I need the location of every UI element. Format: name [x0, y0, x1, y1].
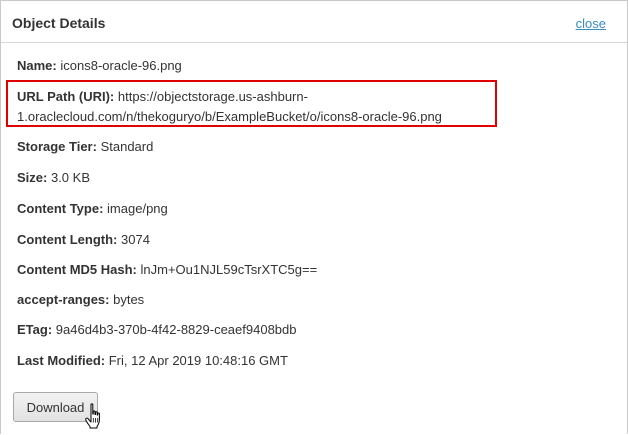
download-button[interactable]: Download: [13, 392, 98, 422]
panel-header: Object Details close: [1, 1, 627, 43]
detail-last-modified-value: Fri, 12 Apr 2019 10:48:16 GMT: [108, 353, 288, 368]
object-details-panel: Object Details close Name: icons8-oracle…: [0, 0, 628, 434]
panel-title: Object Details: [12, 15, 106, 31]
detail-last-modified-label: Last Modified:: [17, 353, 106, 368]
detail-last-modified: Last Modified: Fri, 12 Apr 2019 10:48:16…: [17, 351, 288, 371]
detail-storage-tier: Storage Tier: Standard: [17, 137, 153, 157]
detail-accept-ranges-value: bytes: [113, 292, 145, 307]
detail-size: Size: 3.0 KB: [17, 168, 90, 188]
detail-etag-value: 9a46d4b3-370b-4f42-8829-ceaef9408bdb: [55, 322, 297, 337]
detail-content-type-label: Content Type:: [17, 201, 104, 216]
detail-etag: ETag: 9a46d4b3-370b-4f42-8829-ceaef9408b…: [17, 320, 297, 340]
detail-content-type-value: image/png: [107, 201, 168, 216]
detail-accept-ranges-label: accept-ranges:: [17, 292, 110, 307]
detail-content-length: Content Length: 3074: [17, 230, 150, 250]
close-link[interactable]: close: [576, 16, 606, 31]
detail-content-md5: Content MD5 Hash: lnJm+Ou1NJL59cTsrXTC5g…: [17, 260, 317, 280]
detail-storage-tier-value: Standard: [100, 139, 154, 154]
detail-accept-ranges: accept-ranges: bytes: [17, 290, 144, 310]
detail-url-path: URL Path (URI): https://objectstorage.us…: [17, 87, 497, 127]
detail-storage-tier-label: Storage Tier:: [17, 139, 97, 154]
detail-content-type: Content Type: image/png: [17, 199, 168, 219]
detail-content-length-label: Content Length:: [17, 232, 118, 247]
detail-content-length-value: 3074: [121, 232, 150, 247]
detail-name-value: icons8-oracle-96.png: [60, 58, 182, 73]
detail-content-md5-label: Content MD5 Hash:: [17, 262, 137, 277]
detail-size-label: Size:: [17, 170, 48, 185]
detail-name: Name: icons8-oracle-96.png: [17, 56, 182, 76]
detail-etag-label: ETag:: [17, 322, 53, 337]
detail-size-value: 3.0 KB: [50, 170, 90, 185]
detail-name-label: Name:: [17, 58, 57, 73]
detail-url-path-label: URL Path (URI):: [17, 89, 115, 104]
detail-content-md5-value: lnJm+Ou1NJL59cTsrXTC5g==: [140, 262, 318, 277]
